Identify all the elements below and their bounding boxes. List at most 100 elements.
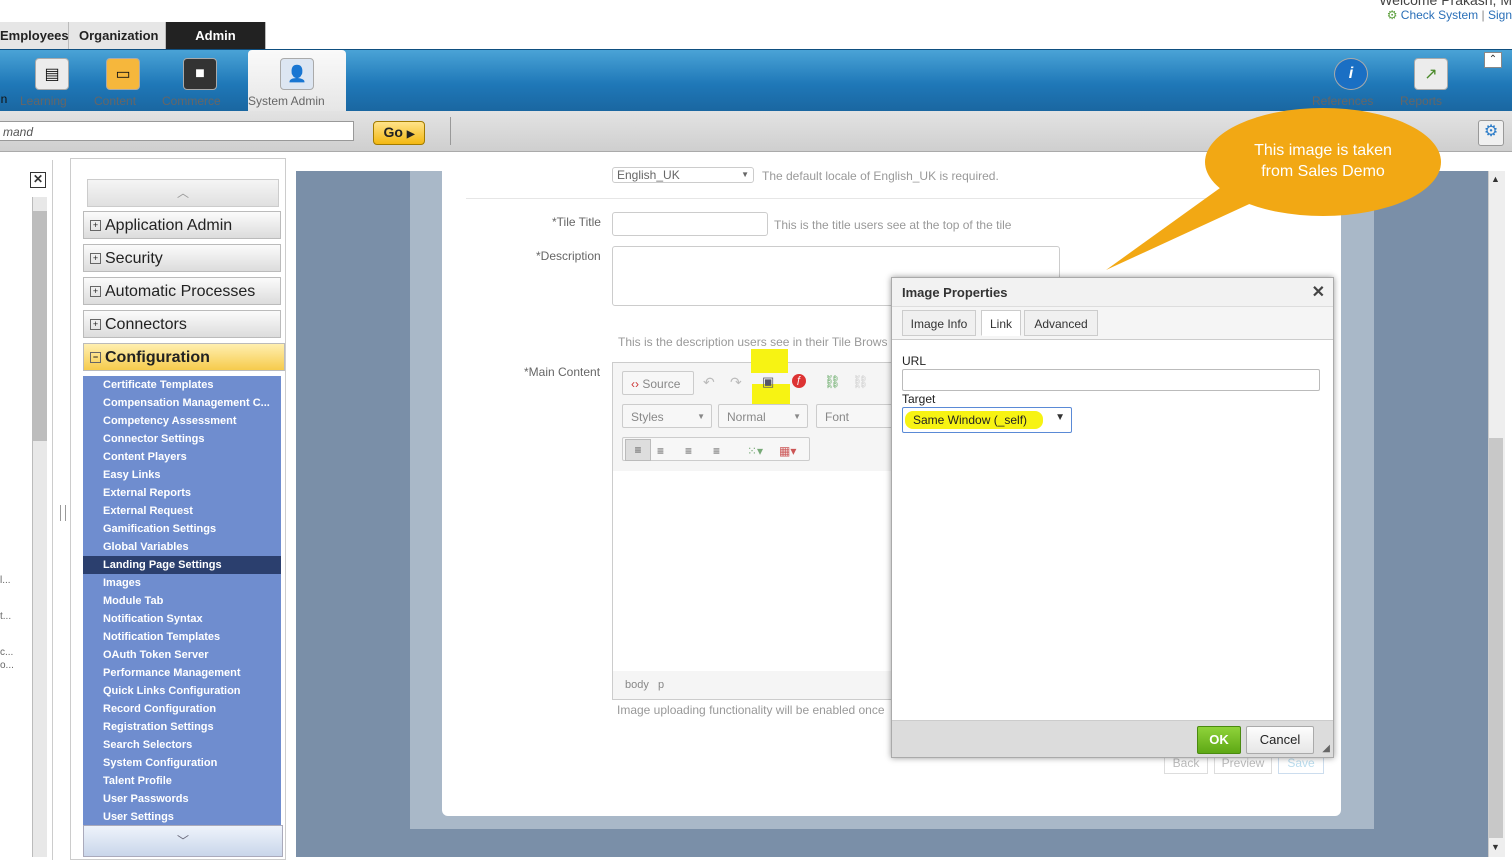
- submenu-item[interactable]: Notification Syntax: [83, 610, 281, 628]
- submenu-item[interactable]: Search Selectors: [83, 736, 281, 754]
- check-system-link[interactable]: Check System: [1401, 8, 1478, 22]
- submenu-item[interactable]: Gamification Settings: [83, 520, 281, 538]
- scroll-up-icon[interactable]: ︿: [87, 179, 279, 207]
- nav-reports[interactable]: ↗ Reports: [1400, 50, 1462, 110]
- tab-employees[interactable]: Employees: [0, 22, 69, 49]
- nav-section-application-admin[interactable]: + Application Admin: [83, 211, 281, 239]
- scroll-down-icon[interactable]: ﹀: [83, 825, 283, 857]
- tab-image-info[interactable]: Image Info: [902, 310, 976, 336]
- submenu-item[interactable]: Images: [83, 574, 281, 592]
- submenu-item[interactable]: Record Configuration: [83, 700, 281, 718]
- locale-hint: The default locale of English_UK is requ…: [762, 169, 999, 183]
- table-icon[interactable]: ▦▾: [779, 439, 796, 463]
- align-center-icon[interactable]: ≡: [657, 439, 664, 463]
- nav-commerce[interactable]: ■ Commerce: [162, 50, 238, 110]
- font-label: Font: [825, 410, 850, 424]
- image-icon[interactable]: ▣: [762, 374, 774, 390]
- source-button[interactable]: ‹› Source: [622, 371, 694, 395]
- settings-gear-icon[interactable]: ⚙: [1478, 120, 1504, 146]
- tile-title-input[interactable]: [612, 212, 768, 236]
- submenu-item[interactable]: User Settings: [83, 808, 281, 826]
- target-select[interactable]: Same Window (_self) ▼: [902, 407, 1072, 433]
- tab-link[interactable]: Link: [981, 310, 1021, 336]
- align-right-icon[interactable]: ≡: [685, 439, 692, 463]
- submenu-item[interactable]: System Configuration: [83, 754, 281, 772]
- url-input[interactable]: [902, 369, 1320, 391]
- submenu-item[interactable]: Notification Templates: [83, 628, 281, 646]
- submenu-item[interactable]: Module Tab: [83, 592, 281, 610]
- resize-handle-icon[interactable]: ◢: [1322, 743, 1330, 754]
- sign-out-link[interactable]: Sign: [1488, 8, 1512, 22]
- left-scrollbar[interactable]: [32, 197, 47, 857]
- dropdown-arrow-icon: ▼: [1055, 412, 1065, 423]
- undo-icon[interactable]: ↶: [703, 374, 715, 391]
- submenu-item[interactable]: Quick Links Configuration: [83, 682, 281, 700]
- format-select[interactable]: Normal ▼: [718, 404, 808, 428]
- callout-line: from Sales Demo: [1261, 163, 1385, 180]
- nav-section-connectors[interactable]: + Connectors: [83, 310, 281, 338]
- command-input[interactable]: mand: [0, 121, 354, 141]
- submenu-item[interactable]: External Reports: [83, 484, 281, 502]
- ok-button[interactable]: OK: [1197, 726, 1241, 754]
- scroll-up-arrow-icon[interactable]: ▲: [1491, 174, 1500, 184]
- source-label: Source: [642, 377, 681, 391]
- nav-section-automatic-processes[interactable]: + Automatic Processes: [83, 277, 281, 305]
- nav-content[interactable]: ▭ Content: [94, 50, 152, 110]
- splitter-handle[interactable]: [60, 505, 66, 521]
- submenu-item[interactable]: Competency Assessment: [83, 412, 281, 430]
- alignment-toolbar: ≡ ≡ ≡ ≡ ⁙▾ ▦▾: [622, 437, 810, 461]
- target-label: Target: [902, 392, 936, 406]
- submenu-item[interactable]: Content Players: [83, 448, 281, 466]
- submenu-item[interactable]: Global Variables: [83, 538, 281, 556]
- admin-user-icon: 👤: [280, 58, 314, 90]
- nav-learning[interactable]: ▤ Learning: [20, 50, 84, 110]
- close-icon[interactable]: ✕: [1312, 282, 1325, 302]
- justify-icon[interactable]: ≡: [713, 439, 720, 463]
- submenu-item[interactable]: OAuth Token Server: [83, 646, 281, 664]
- submenu-item[interactable]: Performance Management: [83, 664, 281, 682]
- submenu-item[interactable]: Talent Profile: [83, 772, 281, 790]
- submenu-item-selected[interactable]: Landing Page Settings: [83, 556, 281, 574]
- blocks-icon[interactable]: ⁙▾: [747, 439, 763, 463]
- unlink-icon[interactable]: ⛓: [852, 374, 869, 390]
- submenu-item[interactable]: Certificate Templates: [83, 376, 281, 394]
- locale-select[interactable]: English_UK ▼: [612, 167, 754, 183]
- path-body[interactable]: body: [625, 679, 649, 691]
- go-button[interactable]: Go ▶: [373, 121, 425, 145]
- expand-icon: +: [90, 220, 101, 232]
- left-scroll-thumb[interactable]: [33, 211, 47, 441]
- scroll-down-arrow-icon[interactable]: ▼: [1491, 842, 1500, 852]
- close-panel-icon[interactable]: ✕: [30, 172, 46, 188]
- submenu-item[interactable]: Easy Links: [83, 466, 281, 484]
- nav-section-configuration[interactable]: − Configuration: [83, 343, 285, 371]
- folder-icon: ▭: [106, 58, 140, 90]
- submenu-item[interactable]: Connector Settings: [83, 430, 281, 448]
- align-left-icon[interactable]: ≡: [625, 439, 651, 461]
- collapse-icon[interactable]: ⌃: [1484, 52, 1502, 68]
- editor-content-area[interactable]: [613, 471, 893, 671]
- tab-organization[interactable]: Organization: [69, 22, 166, 49]
- link-icon[interactable]: ⛓: [824, 374, 841, 390]
- element-path: body p: [625, 679, 664, 691]
- submenu-item[interactable]: User Passwords: [83, 790, 281, 808]
- source-icon: ‹›: [631, 377, 639, 391]
- submenu-item[interactable]: Compensation Management C...: [83, 394, 281, 412]
- styles-select[interactable]: Styles ▼: [622, 404, 712, 428]
- submenu-item[interactable]: Registration Settings: [83, 718, 281, 736]
- redo-icon[interactable]: ↷: [730, 374, 742, 391]
- flash-icon[interactable]: ƒ: [792, 374, 806, 388]
- cancel-button[interactable]: Cancel: [1246, 726, 1314, 754]
- nav-section-label: Application Admin: [105, 217, 233, 234]
- nav-partial[interactable]: n: [0, 50, 8, 110]
- submenu-item[interactable]: External Request: [83, 502, 281, 520]
- nav-section-label: Security: [105, 250, 163, 267]
- nav-system-admin[interactable]: 👤 System Admin: [248, 50, 346, 111]
- tab-admin[interactable]: Admin: [166, 22, 266, 49]
- tab-advanced[interactable]: Advanced: [1024, 310, 1098, 336]
- welcome-text: Welcome Prakash, M: [1379, 0, 1512, 8]
- nav-section-security[interactable]: + Security: [83, 244, 281, 272]
- font-select[interactable]: Font: [816, 404, 894, 428]
- nav-references[interactable]: i References: [1312, 50, 1390, 110]
- path-p[interactable]: p: [658, 679, 664, 691]
- main-scroll-thumb[interactable]: [1489, 438, 1503, 838]
